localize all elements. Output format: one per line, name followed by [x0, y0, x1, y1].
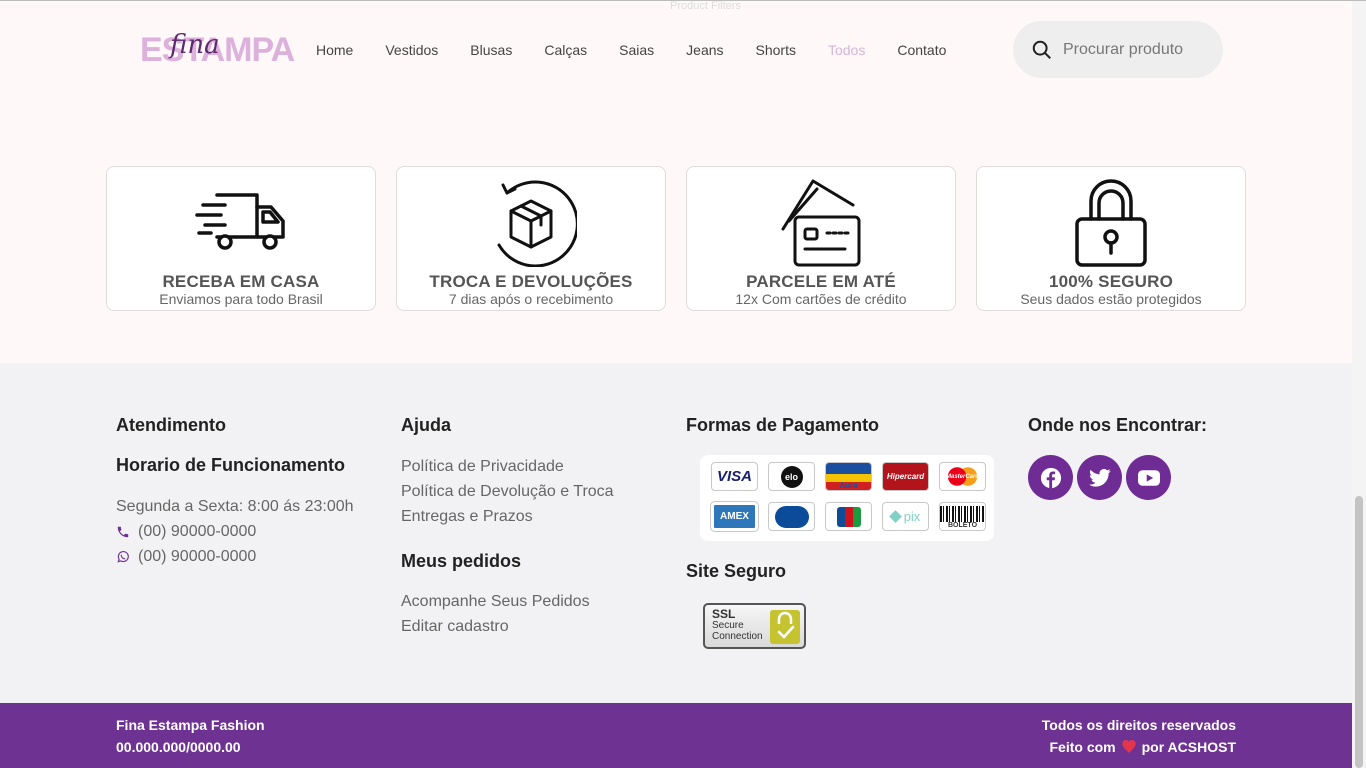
- facebook-button[interactable]: [1028, 455, 1073, 500]
- heart-icon: [1121, 740, 1136, 754]
- feature-title: RECEBA EM CASA: [162, 272, 320, 291]
- jcb-logo: [825, 502, 872, 531]
- site-seguro-title: Site Seguro: [686, 561, 787, 581]
- footer-bottom-bar: Fina Estampa Fashion 00.000.000/0000.00 …: [0, 703, 1352, 768]
- box-return-icon: [497, 180, 577, 267]
- credit-cards-icon: [781, 179, 861, 267]
- feature-card-security: 100% SEGURO Seus dados estão protegidos: [976, 166, 1246, 311]
- feature-subtitle: 12x Com cartões de crédito: [735, 291, 907, 307]
- nav-contato[interactable]: Contato: [881, 40, 962, 60]
- facebook-icon: [1040, 467, 1061, 488]
- nav-jeans[interactable]: Jeans: [670, 40, 739, 60]
- ssl-lock-icon: [770, 610, 800, 644]
- whatsapp-number: (00) 90000-0000: [138, 548, 257, 565]
- elo-logo: elo: [768, 462, 815, 491]
- main-nav: Home Vestidos Blusas Calças Saias Jeans …: [300, 40, 962, 60]
- scrollbar-thumb[interactable]: [1355, 496, 1363, 768]
- phone-icon: [117, 526, 129, 538]
- link-entregas[interactable]: Entregas e Prazos: [401, 507, 533, 527]
- rights-text: Todos os direitos reservados: [1041, 717, 1236, 733]
- padlock-icon: [1075, 179, 1147, 267]
- feature-title: PARCELE EM ATÉ: [746, 272, 896, 291]
- phone-number: (00) 90000-0000: [138, 523, 257, 540]
- horario-title: Horario de Funcionamento: [116, 455, 346, 475]
- pagamento-title: Formas de Pagamento: [686, 415, 880, 435]
- phone-row[interactable]: (00) 90000-0000: [116, 522, 256, 542]
- made-with-row: Feito com por ACSHOST: [1050, 738, 1237, 756]
- feature-subtitle: Seus dados estão protegidos: [1020, 291, 1202, 307]
- social-title: Onde nos Encontrar:: [1028, 415, 1208, 435]
- diners-logo: [768, 502, 815, 531]
- nav-todos[interactable]: Todos: [812, 40, 881, 60]
- search-bar[interactable]: [1013, 21, 1223, 78]
- feature-card-delivery: RECEBA EM CASA Enviamos para todo Brasil: [106, 166, 376, 311]
- nav-vestidos[interactable]: Vestidos: [369, 40, 454, 60]
- logo-script: fina: [170, 30, 220, 60]
- feature-subtitle: 7 dias após o recebimento: [448, 291, 614, 307]
- company-name: Fina Estampa Fashion: [116, 717, 265, 733]
- brand-logo[interactable]: ESTAMPA fina: [140, 30, 295, 70]
- link-devolucao[interactable]: Política de Devolução e Troca: [401, 482, 614, 502]
- pix-logo: pix: [882, 502, 929, 531]
- feature-card-returns: TROCA E DEVOLUÇÕES 7 dias após o recebim…: [396, 166, 666, 311]
- youtube-icon: [1137, 469, 1160, 486]
- nav-shorts[interactable]: Shorts: [740, 40, 812, 60]
- nav-calcas[interactable]: Calças: [528, 40, 603, 60]
- company-cnpj: 00.000.000/0000.00: [116, 739, 241, 755]
- pedidos-title: Meus pedidos: [401, 551, 522, 571]
- hours-text: Segunda a Sexta: 8:00 ás 23:00h: [116, 498, 354, 515]
- whatsapp-row[interactable]: (00) 90000-0000: [116, 547, 256, 567]
- youtube-button[interactable]: [1126, 455, 1171, 500]
- nav-blusas[interactable]: Blusas: [454, 40, 528, 60]
- product-filters-label: Product Filters: [670, 0, 741, 12]
- feature-subtitle: Enviamos para todo Brasil: [159, 291, 323, 307]
- amex-logo: AMEX: [710, 501, 759, 532]
- ssl-badge-text: SSL Secure Connection: [712, 607, 763, 642]
- ssl-secure-badge: SSL Secure Connection: [703, 603, 806, 649]
- page-scrollbar[interactable]: [1352, 1, 1366, 768]
- made-suffix: por ACSHOST: [1141, 739, 1236, 755]
- visa-logo: VISA: [711, 462, 758, 491]
- search-icon[interactable]: [1031, 39, 1053, 61]
- feature-title: 100% SEGURO: [1048, 272, 1174, 291]
- whatsapp-icon: [117, 551, 129, 563]
- twitter-button[interactable]: [1077, 455, 1122, 500]
- boleto-logo: BOLETO: [939, 502, 986, 531]
- made-prefix: Feito com: [1049, 739, 1116, 755]
- link-privacidade[interactable]: Política de Privacidade: [401, 457, 564, 477]
- search-input[interactable]: [1063, 40, 1213, 59]
- ajuda-title: Ajuda: [401, 415, 452, 435]
- link-acompanhe-pedidos[interactable]: Acompanhe Seus Pedidos: [401, 592, 590, 612]
- feature-title: TROCA E DEVOLUÇÕES: [429, 272, 633, 291]
- nav-home[interactable]: Home: [300, 40, 369, 60]
- nav-saias[interactable]: Saias: [603, 40, 670, 60]
- aura-logo: Aura: [825, 462, 872, 491]
- atendimento-title: Atendimento: [116, 415, 226, 435]
- delivery-truck-icon: [195, 193, 285, 250]
- link-editar-cadastro[interactable]: Editar cadastro: [401, 617, 509, 637]
- twitter-icon: [1088, 468, 1111, 487]
- hipercard-logo: Hipercard: [882, 462, 929, 491]
- mastercard-logo: MasterCard: [939, 462, 986, 491]
- feature-card-installments: PARCELE EM ATÉ 12x Com cartões de crédit…: [686, 166, 956, 311]
